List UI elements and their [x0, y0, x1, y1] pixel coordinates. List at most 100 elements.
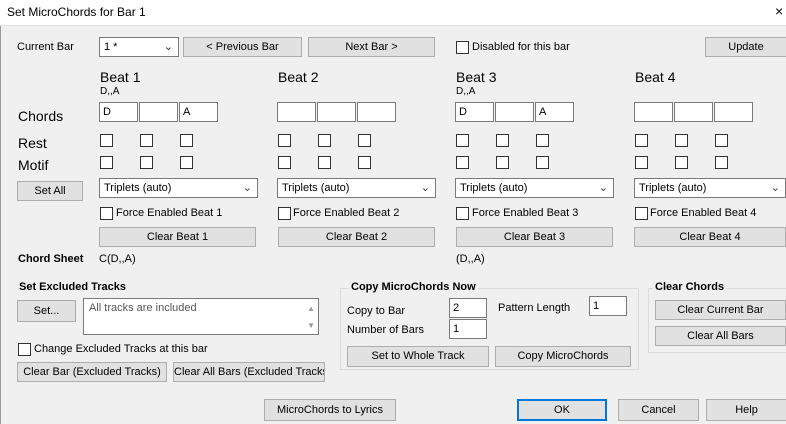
beat-3-motif-3[interactable] — [536, 156, 549, 169]
beat-4-motif-1[interactable] — [635, 156, 648, 169]
beat-1-title: Beat 1 — [100, 69, 141, 85]
beat-3-motif-2[interactable] — [496, 156, 509, 169]
beat-3-chord-display: D,,A — [456, 86, 476, 97]
close-icon[interactable]: × — [775, 3, 783, 19]
excluded-tracks-memo-text: All tracks are included — [89, 302, 197, 314]
beat-2-force-checkbox[interactable] — [278, 207, 291, 220]
chord-sheet-label: Chord Sheet — [18, 253, 84, 265]
beat-3-force-label: Force Enabled Beat 3 — [472, 207, 579, 219]
set-excluded-button[interactable]: Set... — [17, 300, 76, 322]
motif-row-label: Motif — [18, 157, 49, 173]
beat-4-chord-2[interactable] — [674, 102, 713, 122]
beat-4-motif-3[interactable] — [715, 156, 728, 169]
beat-1-chord-display: D,,A — [100, 86, 120, 97]
beat-3-motif-1[interactable] — [456, 156, 469, 169]
beat-4-title: Beat 4 — [635, 69, 676, 85]
beat-1-chord-1[interactable]: D — [99, 102, 138, 122]
previous-bar-button[interactable]: < Previous Bar — [183, 37, 302, 57]
beat-2-triplets-select[interactable]: Triplets (auto) ⌄ — [277, 178, 436, 198]
change-excluded-checkbox[interactable] — [18, 343, 31, 356]
ok-button[interactable]: OK — [517, 399, 607, 421]
chords-row-label: Chords — [18, 108, 64, 124]
clear-beat-3-button[interactable]: Clear Beat 3 — [456, 227, 613, 247]
set-to-whole-track-button[interactable]: Set to Whole Track — [347, 346, 489, 367]
beat-4-chord-3[interactable] — [714, 102, 753, 122]
beat-1-motif-2[interactable] — [140, 156, 153, 169]
beat-2-rest-2[interactable] — [318, 134, 331, 147]
clear-beat-4-button[interactable]: Clear Beat 4 — [634, 227, 786, 247]
set-all-button[interactable]: Set All — [17, 181, 83, 201]
pattern-length-field[interactable]: 1 — [589, 296, 627, 316]
beat-2-rest-1[interactable] — [278, 134, 291, 147]
beat-2-motif-3[interactable] — [358, 156, 371, 169]
beat-3-force-checkbox[interactable] — [456, 207, 469, 220]
beat-1-motif-1[interactable] — [100, 156, 113, 169]
beat-2-motif-1[interactable] — [278, 156, 291, 169]
beat-1-force-checkbox[interactable] — [100, 207, 113, 220]
clear-beat-1-button[interactable]: Clear Beat 1 — [99, 227, 256, 247]
clear-all-bars-button[interactable]: Clear All Bars — [655, 326, 786, 346]
help-button[interactable]: Help — [706, 399, 786, 421]
copy-microchords-button[interactable]: Copy MicroChords — [495, 346, 631, 367]
beat-2-chord-3[interactable] — [357, 102, 396, 122]
beat-2-chord-1[interactable] — [277, 102, 316, 122]
beat-2-motif-2[interactable] — [318, 156, 331, 169]
beat-3-rest-1[interactable] — [456, 134, 469, 147]
beat-3-chord-3[interactable]: A — [535, 102, 574, 122]
beat-3-rest-3[interactable] — [536, 134, 549, 147]
chord-sheet-value-2: (D,,A) — [456, 253, 485, 265]
scroll-up-icon[interactable]: ▲ — [307, 304, 315, 313]
update-button[interactable]: Update — [705, 37, 786, 57]
disabled-label: Disabled for this bar — [472, 41, 570, 53]
window-title: Set MicroChords for Bar 1 — [7, 5, 146, 19]
scroll-down-icon[interactable]: ▼ — [307, 321, 315, 330]
beat-3-chord-2[interactable] — [495, 102, 534, 122]
beat-1-triplets-select[interactable]: Triplets (auto) ⌄ — [99, 178, 258, 198]
chevron-down-icon: ⌄ — [598, 182, 608, 194]
rest-row-label: Rest — [18, 135, 47, 151]
clear-current-bar-button[interactable]: Clear Current Bar — [655, 300, 786, 320]
copy-microchords-title: Copy MicroChords Now — [349, 281, 478, 293]
microchords-to-lyrics-button[interactable]: MicroChords to Lyrics — [264, 399, 396, 421]
current-bar-select[interactable]: 1 * ⌄ — [99, 37, 179, 57]
beat-2-title: Beat 2 — [278, 69, 319, 85]
current-bar-value: 1 * — [104, 41, 118, 53]
clear-bar-excluded-button[interactable]: Clear Bar (Excluded Tracks) — [17, 362, 167, 382]
chevron-down-icon: ⌄ — [420, 182, 430, 194]
copy-to-bar-field[interactable]: 2 — [449, 298, 487, 318]
beat-1-chord-2[interactable] — [139, 102, 178, 122]
change-excluded-label: Change Excluded Tracks at this bar — [34, 343, 208, 355]
next-bar-button[interactable]: Next Bar > — [308, 37, 435, 57]
beat-1-rest-3[interactable] — [180, 134, 193, 147]
number-of-bars-field[interactable]: 1 — [449, 319, 487, 339]
chevron-down-icon: ⌄ — [163, 41, 173, 53]
beat-3-rest-2[interactable] — [496, 134, 509, 147]
beat-4-chord-1[interactable] — [634, 102, 673, 122]
current-bar-label: Current Bar — [17, 41, 74, 53]
beat-3-title: Beat 3 — [456, 69, 497, 85]
beat-1-rest-1[interactable] — [100, 134, 113, 147]
title-bar: Set MicroChords for Bar 1 × — [0, 0, 786, 26]
beat-2-chord-2[interactable] — [317, 102, 356, 122]
beat-4-rest-1[interactable] — [635, 134, 648, 147]
clear-beat-2-button[interactable]: Clear Beat 2 — [278, 227, 435, 247]
beat-4-rest-2[interactable] — [675, 134, 688, 147]
excluded-tracks-title: Set Excluded Tracks — [17, 281, 128, 293]
beat-4-rest-3[interactable] — [715, 134, 728, 147]
beat-1-motif-3[interactable] — [180, 156, 193, 169]
beat-4-triplets-select[interactable]: Triplets (auto) ⌄ — [634, 178, 786, 198]
chevron-down-icon: ⌄ — [242, 182, 252, 194]
clear-all-bars-excluded-button[interactable]: Clear All Bars (Excluded Tracks) — [173, 362, 325, 382]
beat-2-force-label: Force Enabled Beat 2 — [293, 207, 400, 219]
beat-4-force-label: Force Enabled Beat 4 — [650, 207, 757, 219]
cancel-button[interactable]: Cancel — [618, 399, 699, 421]
beat-4-force-checkbox[interactable] — [635, 207, 648, 220]
beat-2-triplets-value: Triplets (auto) — [282, 182, 350, 194]
beat-4-motif-2[interactable] — [675, 156, 688, 169]
disabled-checkbox[interactable] — [456, 41, 469, 54]
beat-3-triplets-select[interactable]: Triplets (auto) ⌄ — [455, 178, 614, 198]
beat-1-rest-2[interactable] — [140, 134, 153, 147]
beat-1-chord-3[interactable]: A — [179, 102, 218, 122]
beat-2-rest-3[interactable] — [358, 134, 371, 147]
beat-3-chord-1[interactable]: D — [455, 102, 494, 122]
